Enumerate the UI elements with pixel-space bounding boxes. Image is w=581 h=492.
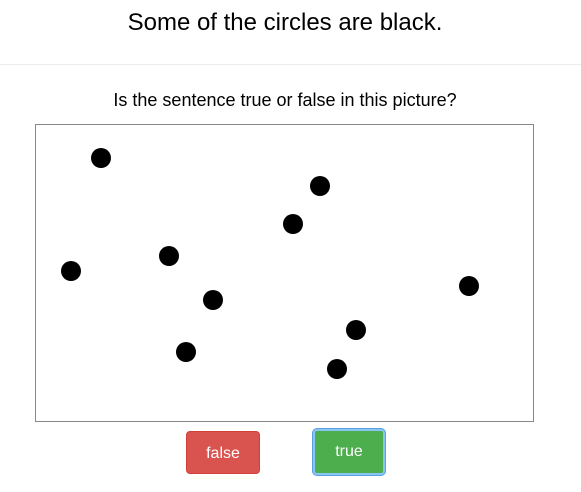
circle (203, 290, 223, 310)
circle (91, 148, 111, 168)
circle (327, 359, 347, 379)
sentence-header: Some of the circles are black. (0, 0, 581, 65)
circle (159, 246, 179, 266)
circle (346, 320, 366, 340)
sentence-text: Some of the circles are black. (127, 9, 443, 36)
circle (459, 276, 479, 296)
circle (61, 261, 81, 281)
circle (310, 176, 330, 196)
true-button[interactable]: true (313, 429, 385, 475)
false-button[interactable]: false (186, 431, 260, 474)
circle (283, 214, 303, 234)
picture-panel (35, 124, 534, 422)
circle (176, 342, 196, 362)
question-text: Is the sentence true or false in this pi… (113, 90, 457, 110)
